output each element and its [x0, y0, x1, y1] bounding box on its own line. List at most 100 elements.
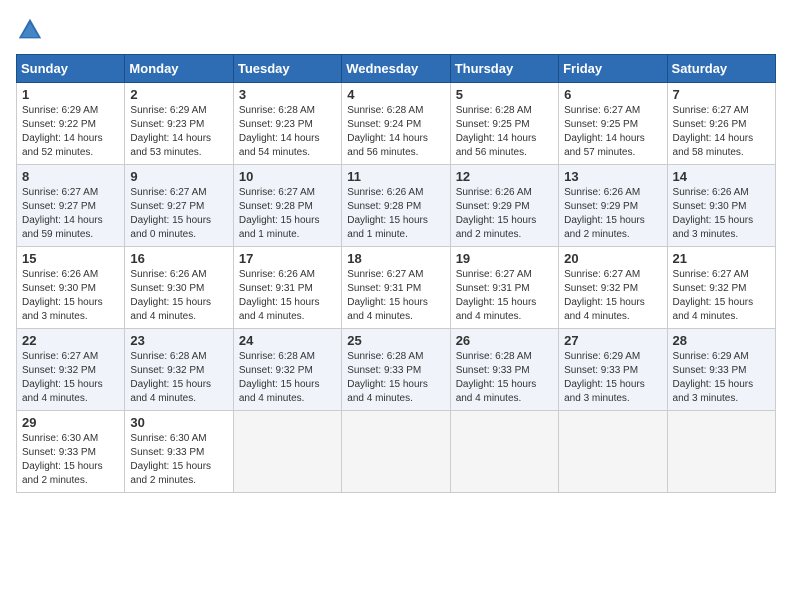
daylight-text: Daylight: 14 hours and 52 minutes. — [22, 133, 103, 158]
weekday-header: Sunday — [17, 55, 125, 83]
sunset-text: Sunset: 9:23 PM — [130, 119, 204, 130]
sunrise-text: Sunrise: 6:26 AM — [239, 269, 315, 280]
sunrise-text: Sunrise: 6:29 AM — [130, 105, 206, 116]
calendar-cell: 13 Sunrise: 6:26 AM Sunset: 9:29 PM Dayl… — [559, 165, 667, 247]
calendar-cell: 6 Sunrise: 6:27 AM Sunset: 9:25 PM Dayli… — [559, 83, 667, 165]
daylight-text: Daylight: 15 hours and 3 minutes. — [22, 297, 103, 322]
day-number: 21 — [673, 251, 770, 266]
sunrise-text: Sunrise: 6:29 AM — [22, 105, 98, 116]
calendar-cell: 15 Sunrise: 6:26 AM Sunset: 9:30 PM Dayl… — [17, 247, 125, 329]
calendar-cell: 9 Sunrise: 6:27 AM Sunset: 9:27 PM Dayli… — [125, 165, 233, 247]
daylight-text: Daylight: 15 hours and 4 minutes. — [130, 297, 211, 322]
daylight-text: Daylight: 14 hours and 59 minutes. — [22, 215, 103, 240]
day-number: 14 — [673, 169, 770, 184]
day-number: 26 — [456, 333, 553, 348]
sunset-text: Sunset: 9:32 PM — [130, 365, 204, 376]
weekday-header: Wednesday — [342, 55, 450, 83]
day-number: 22 — [22, 333, 119, 348]
sunset-text: Sunset: 9:30 PM — [130, 283, 204, 294]
cell-info: Sunrise: 6:29 AM Sunset: 9:33 PM Dayligh… — [673, 350, 770, 406]
cell-info: Sunrise: 6:28 AM Sunset: 9:33 PM Dayligh… — [347, 350, 444, 406]
calendar-table: SundayMondayTuesdayWednesdayThursdayFrid… — [16, 54, 776, 493]
cell-info: Sunrise: 6:26 AM Sunset: 9:30 PM Dayligh… — [130, 268, 227, 324]
daylight-text: Daylight: 15 hours and 2 minutes. — [130, 461, 211, 486]
calendar-cell: 11 Sunrise: 6:26 AM Sunset: 9:28 PM Dayl… — [342, 165, 450, 247]
daylight-text: Daylight: 15 hours and 4 minutes. — [347, 297, 428, 322]
day-number: 24 — [239, 333, 336, 348]
calendar-cell — [559, 411, 667, 493]
cell-info: Sunrise: 6:29 AM Sunset: 9:22 PM Dayligh… — [22, 104, 119, 160]
daylight-text: Daylight: 15 hours and 4 minutes. — [673, 297, 754, 322]
calendar-cell — [667, 411, 775, 493]
logo — [16, 16, 48, 44]
sunset-text: Sunset: 9:31 PM — [239, 283, 313, 294]
day-number: 8 — [22, 169, 119, 184]
cell-info: Sunrise: 6:27 AM Sunset: 9:31 PM Dayligh… — [347, 268, 444, 324]
sunrise-text: Sunrise: 6:30 AM — [22, 433, 98, 444]
calendar-week-row: 22 Sunrise: 6:27 AM Sunset: 9:32 PM Dayl… — [17, 329, 776, 411]
daylight-text: Daylight: 15 hours and 4 minutes. — [130, 379, 211, 404]
weekday-header: Friday — [559, 55, 667, 83]
weekday-header: Monday — [125, 55, 233, 83]
weekday-header: Thursday — [450, 55, 558, 83]
sunset-text: Sunset: 9:26 PM — [673, 119, 747, 130]
daylight-text: Daylight: 15 hours and 2 minutes. — [22, 461, 103, 486]
day-number: 3 — [239, 87, 336, 102]
cell-info: Sunrise: 6:27 AM Sunset: 9:28 PM Dayligh… — [239, 186, 336, 242]
daylight-text: Daylight: 15 hours and 4 minutes. — [564, 297, 645, 322]
daylight-text: Daylight: 15 hours and 4 minutes. — [239, 379, 320, 404]
daylight-text: Daylight: 15 hours and 2 minutes. — [456, 215, 537, 240]
sunset-text: Sunset: 9:33 PM — [130, 447, 204, 458]
day-number: 18 — [347, 251, 444, 266]
weekday-header-row: SundayMondayTuesdayWednesdayThursdayFrid… — [17, 55, 776, 83]
daylight-text: Daylight: 15 hours and 4 minutes. — [22, 379, 103, 404]
cell-info: Sunrise: 6:30 AM Sunset: 9:33 PM Dayligh… — [130, 432, 227, 488]
sunset-text: Sunset: 9:28 PM — [239, 201, 313, 212]
cell-info: Sunrise: 6:27 AM Sunset: 9:25 PM Dayligh… — [564, 104, 661, 160]
sunrise-text: Sunrise: 6:28 AM — [347, 351, 423, 362]
sunrise-text: Sunrise: 6:28 AM — [456, 351, 532, 362]
calendar-week-row: 1 Sunrise: 6:29 AM Sunset: 9:22 PM Dayli… — [17, 83, 776, 165]
sunset-text: Sunset: 9:24 PM — [347, 119, 421, 130]
cell-info: Sunrise: 6:26 AM Sunset: 9:31 PM Dayligh… — [239, 268, 336, 324]
daylight-text: Daylight: 15 hours and 0 minutes. — [130, 215, 211, 240]
calendar-cell: 17 Sunrise: 6:26 AM Sunset: 9:31 PM Dayl… — [233, 247, 341, 329]
calendar-cell: 10 Sunrise: 6:27 AM Sunset: 9:28 PM Dayl… — [233, 165, 341, 247]
cell-info: Sunrise: 6:29 AM Sunset: 9:33 PM Dayligh… — [564, 350, 661, 406]
cell-info: Sunrise: 6:29 AM Sunset: 9:23 PM Dayligh… — [130, 104, 227, 160]
daylight-text: Daylight: 14 hours and 56 minutes. — [347, 133, 428, 158]
cell-info: Sunrise: 6:28 AM Sunset: 9:25 PM Dayligh… — [456, 104, 553, 160]
sunrise-text: Sunrise: 6:26 AM — [564, 187, 640, 198]
day-number: 7 — [673, 87, 770, 102]
sunrise-text: Sunrise: 6:27 AM — [239, 187, 315, 198]
daylight-text: Daylight: 15 hours and 2 minutes. — [564, 215, 645, 240]
cell-info: Sunrise: 6:27 AM Sunset: 9:32 PM Dayligh… — [22, 350, 119, 406]
sunrise-text: Sunrise: 6:27 AM — [673, 105, 749, 116]
sunrise-text: Sunrise: 6:27 AM — [564, 105, 640, 116]
day-number: 23 — [130, 333, 227, 348]
sunrise-text: Sunrise: 6:28 AM — [130, 351, 206, 362]
calendar-cell: 2 Sunrise: 6:29 AM Sunset: 9:23 PM Dayli… — [125, 83, 233, 165]
sunrise-text: Sunrise: 6:27 AM — [130, 187, 206, 198]
daylight-text: Daylight: 15 hours and 3 minutes. — [673, 215, 754, 240]
calendar-cell: 16 Sunrise: 6:26 AM Sunset: 9:30 PM Dayl… — [125, 247, 233, 329]
sunset-text: Sunset: 9:33 PM — [22, 447, 96, 458]
sunrise-text: Sunrise: 6:26 AM — [22, 269, 98, 280]
cell-info: Sunrise: 6:26 AM Sunset: 9:28 PM Dayligh… — [347, 186, 444, 242]
calendar-cell: 22 Sunrise: 6:27 AM Sunset: 9:32 PM Dayl… — [17, 329, 125, 411]
calendar-cell: 21 Sunrise: 6:27 AM Sunset: 9:32 PM Dayl… — [667, 247, 775, 329]
calendar-cell: 20 Sunrise: 6:27 AM Sunset: 9:32 PM Dayl… — [559, 247, 667, 329]
sunrise-text: Sunrise: 6:27 AM — [673, 269, 749, 280]
logo-icon — [16, 16, 44, 44]
daylight-text: Daylight: 14 hours and 56 minutes. — [456, 133, 537, 158]
cell-info: Sunrise: 6:26 AM Sunset: 9:30 PM Dayligh… — [673, 186, 770, 242]
calendar-cell: 29 Sunrise: 6:30 AM Sunset: 9:33 PM Dayl… — [17, 411, 125, 493]
daylight-text: Daylight: 15 hours and 3 minutes. — [673, 379, 754, 404]
day-number: 25 — [347, 333, 444, 348]
daylight-text: Daylight: 14 hours and 58 minutes. — [673, 133, 754, 158]
sunset-text: Sunset: 9:32 PM — [564, 283, 638, 294]
day-number: 10 — [239, 169, 336, 184]
calendar-week-row: 29 Sunrise: 6:30 AM Sunset: 9:33 PM Dayl… — [17, 411, 776, 493]
cell-info: Sunrise: 6:30 AM Sunset: 9:33 PM Dayligh… — [22, 432, 119, 488]
calendar-cell: 28 Sunrise: 6:29 AM Sunset: 9:33 PM Dayl… — [667, 329, 775, 411]
